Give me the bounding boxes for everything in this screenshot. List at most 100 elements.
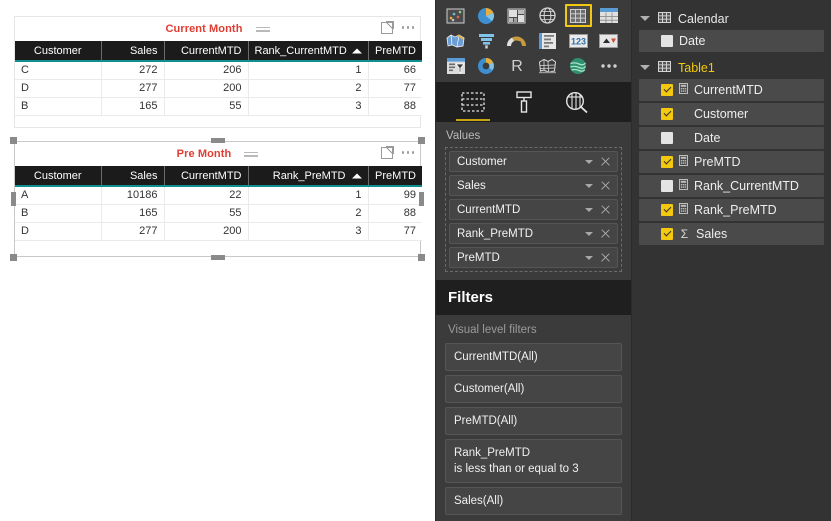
- data-table[interactable]: Customer Sales CurrentMTD Rank_PreMTD Pr…: [15, 166, 422, 241]
- resize-handle-top-left[interactable]: [10, 137, 17, 144]
- value-field-pill-rank-premtd[interactable]: Rank_PreMTD: [449, 223, 618, 244]
- remove-field-icon[interactable]: [600, 228, 611, 239]
- format-tab[interactable]: [510, 86, 540, 118]
- fields-tab[interactable]: [456, 86, 490, 121]
- remove-field-icon[interactable]: [600, 180, 611, 191]
- field-row-sales[interactable]: Σ Sales: [639, 223, 824, 245]
- resize-handle-top[interactable]: [210, 138, 225, 143]
- column-header-sales[interactable]: Sales: [101, 41, 165, 62]
- field-checkbox[interactable]: [661, 180, 673, 192]
- focus-mode-icon[interactable]: [380, 146, 394, 159]
- field-checkbox[interactable]: [661, 204, 673, 216]
- treemap-icon[interactable]: [503, 4, 530, 27]
- visual-current-month[interactable]: Current Month Customer Sales CurrentMTD …: [14, 16, 422, 128]
- cell-rank: 3: [248, 222, 369, 241]
- resize-handle-bottom-left[interactable]: [10, 254, 17, 261]
- chevron-expanded-icon[interactable]: [640, 16, 650, 21]
- multi-row-card-icon[interactable]: [534, 29, 561, 52]
- scatter-chart-icon[interactable]: [442, 4, 469, 27]
- field-checkbox[interactable]: [661, 35, 673, 47]
- column-header-currentmtd[interactable]: CurrentMTD: [164, 166, 249, 187]
- arcgis-map-icon[interactable]: [565, 54, 592, 77]
- filter-card-rank-premtd[interactable]: Rank_PreMTD is less than or equal to 3: [445, 439, 622, 483]
- resize-handle-bottom[interactable]: [210, 255, 225, 260]
- funnel-icon[interactable]: [473, 29, 500, 52]
- data-table[interactable]: Customer Sales CurrentMTD Rank_CurrentMT…: [15, 41, 422, 116]
- remove-field-icon[interactable]: [600, 204, 611, 215]
- chevron-down-icon[interactable]: [585, 159, 593, 164]
- value-field-pill-sales[interactable]: Sales: [449, 175, 618, 196]
- field-row-customer[interactable]: Customer: [639, 103, 824, 125]
- analytics-tab[interactable]: [562, 86, 592, 118]
- visual-actions[interactable]: [380, 146, 414, 159]
- resize-handle-left[interactable]: [11, 192, 16, 206]
- shape-map-icon[interactable]: [534, 54, 561, 77]
- chevron-expanded-icon[interactable]: [640, 65, 650, 70]
- remove-field-icon[interactable]: [600, 156, 611, 167]
- value-field-pill-premtd[interactable]: PreMTD: [449, 247, 618, 268]
- column-header-premtd[interactable]: PreMTD: [368, 41, 422, 62]
- field-row-premtd[interactable]: PreMTD: [639, 151, 824, 173]
- table-row[interactable]: D 277 200 3 77: [15, 222, 422, 241]
- filter-card-customer[interactable]: Customer(All): [445, 375, 622, 403]
- column-header-customer[interactable]: Customer: [15, 41, 102, 62]
- card-icon[interactable]: 123: [565, 29, 592, 52]
- r-script-visual-icon[interactable]: R: [503, 54, 530, 77]
- more-visuals-icon[interactable]: [595, 54, 622, 77]
- values-well[interactable]: Customer Sales CurrentMTD Rank_PreMTD Pr…: [445, 147, 622, 272]
- field-checkbox[interactable]: [661, 132, 673, 144]
- pie-chart-icon[interactable]: [473, 4, 500, 27]
- field-table-table1[interactable]: Table1: [632, 56, 831, 79]
- remove-field-icon[interactable]: [600, 252, 611, 263]
- filled-map-icon[interactable]: [442, 29, 469, 52]
- value-field-pill-customer[interactable]: Customer: [449, 151, 618, 172]
- visual-actions[interactable]: [380, 21, 414, 34]
- visualization-gallery[interactable]: 123 R: [436, 0, 631, 82]
- field-checkbox[interactable]: [661, 84, 673, 96]
- filter-card-premtd[interactable]: PreMTD(All): [445, 407, 622, 435]
- map-icon[interactable]: [534, 4, 561, 27]
- table-icon[interactable]: [564, 4, 592, 27]
- resize-handle-right[interactable]: [419, 192, 424, 206]
- resize-handle-bottom-right[interactable]: [418, 254, 425, 261]
- table-row[interactable]: B 165 55 3 88: [15, 97, 422, 116]
- chevron-down-icon[interactable]: [585, 207, 593, 212]
- filter-card-currentmtd[interactable]: CurrentMTD(All): [445, 343, 622, 371]
- field-checkbox[interactable]: [661, 108, 673, 120]
- field-row-currentmtd[interactable]: CurrentMTD: [639, 79, 824, 101]
- column-header-rank-premtd[interactable]: Rank_PreMTD: [248, 166, 369, 187]
- value-field-pill-currentmtd[interactable]: CurrentMTD: [449, 199, 618, 220]
- chevron-down-icon[interactable]: [585, 183, 593, 188]
- table-row[interactable]: B 165 55 2 88: [15, 204, 422, 223]
- filter-card-sales[interactable]: Sales(All): [445, 487, 622, 515]
- field-checkbox[interactable]: [661, 156, 673, 168]
- field-row-rank-premtd[interactable]: Rank_PreMTD: [639, 199, 824, 221]
- matrix-icon[interactable]: [595, 4, 622, 27]
- more-options-icon[interactable]: [401, 146, 414, 159]
- table-row[interactable]: C 272 206 1 66: [15, 61, 422, 80]
- column-header-customer[interactable]: Customer: [15, 166, 102, 187]
- table-row[interactable]: A 10186 22 1 99: [15, 186, 422, 205]
- gauge-icon[interactable]: [503, 29, 530, 52]
- column-header-rank-currentmtd[interactable]: Rank_CurrentMTD: [248, 41, 369, 62]
- table-row[interactable]: D 277 200 2 77: [15, 79, 422, 98]
- donut-chart-icon[interactable]: [473, 54, 500, 77]
- visual-pre-month[interactable]: Pre Month Customer Sales CurrentMTD Rank…: [10, 137, 425, 261]
- kpi-icon[interactable]: [595, 29, 622, 52]
- chevron-down-icon[interactable]: [585, 255, 593, 260]
- report-canvas[interactable]: Current Month Customer Sales CurrentMTD …: [0, 0, 435, 521]
- column-header-sales[interactable]: Sales: [101, 166, 165, 187]
- field-checkbox[interactable]: [661, 228, 673, 240]
- chevron-down-icon[interactable]: [585, 231, 593, 236]
- field-row-calendar-date[interactable]: Date: [639, 30, 824, 52]
- focus-mode-icon[interactable]: [380, 21, 394, 34]
- column-header-premtd[interactable]: PreMTD: [368, 166, 422, 187]
- slicer-icon[interactable]: [442, 54, 469, 77]
- column-header-currentmtd[interactable]: CurrentMTD: [164, 41, 249, 62]
- field-table-calendar[interactable]: Calendar: [632, 7, 831, 30]
- resize-handle-top-right[interactable]: [418, 137, 425, 144]
- field-row-date[interactable]: Date: [639, 127, 824, 149]
- field-row-rank-currentmtd[interactable]: Rank_CurrentMTD: [639, 175, 824, 197]
- visualizations-pane-tabs[interactable]: [436, 82, 631, 122]
- more-options-icon[interactable]: [401, 21, 414, 34]
